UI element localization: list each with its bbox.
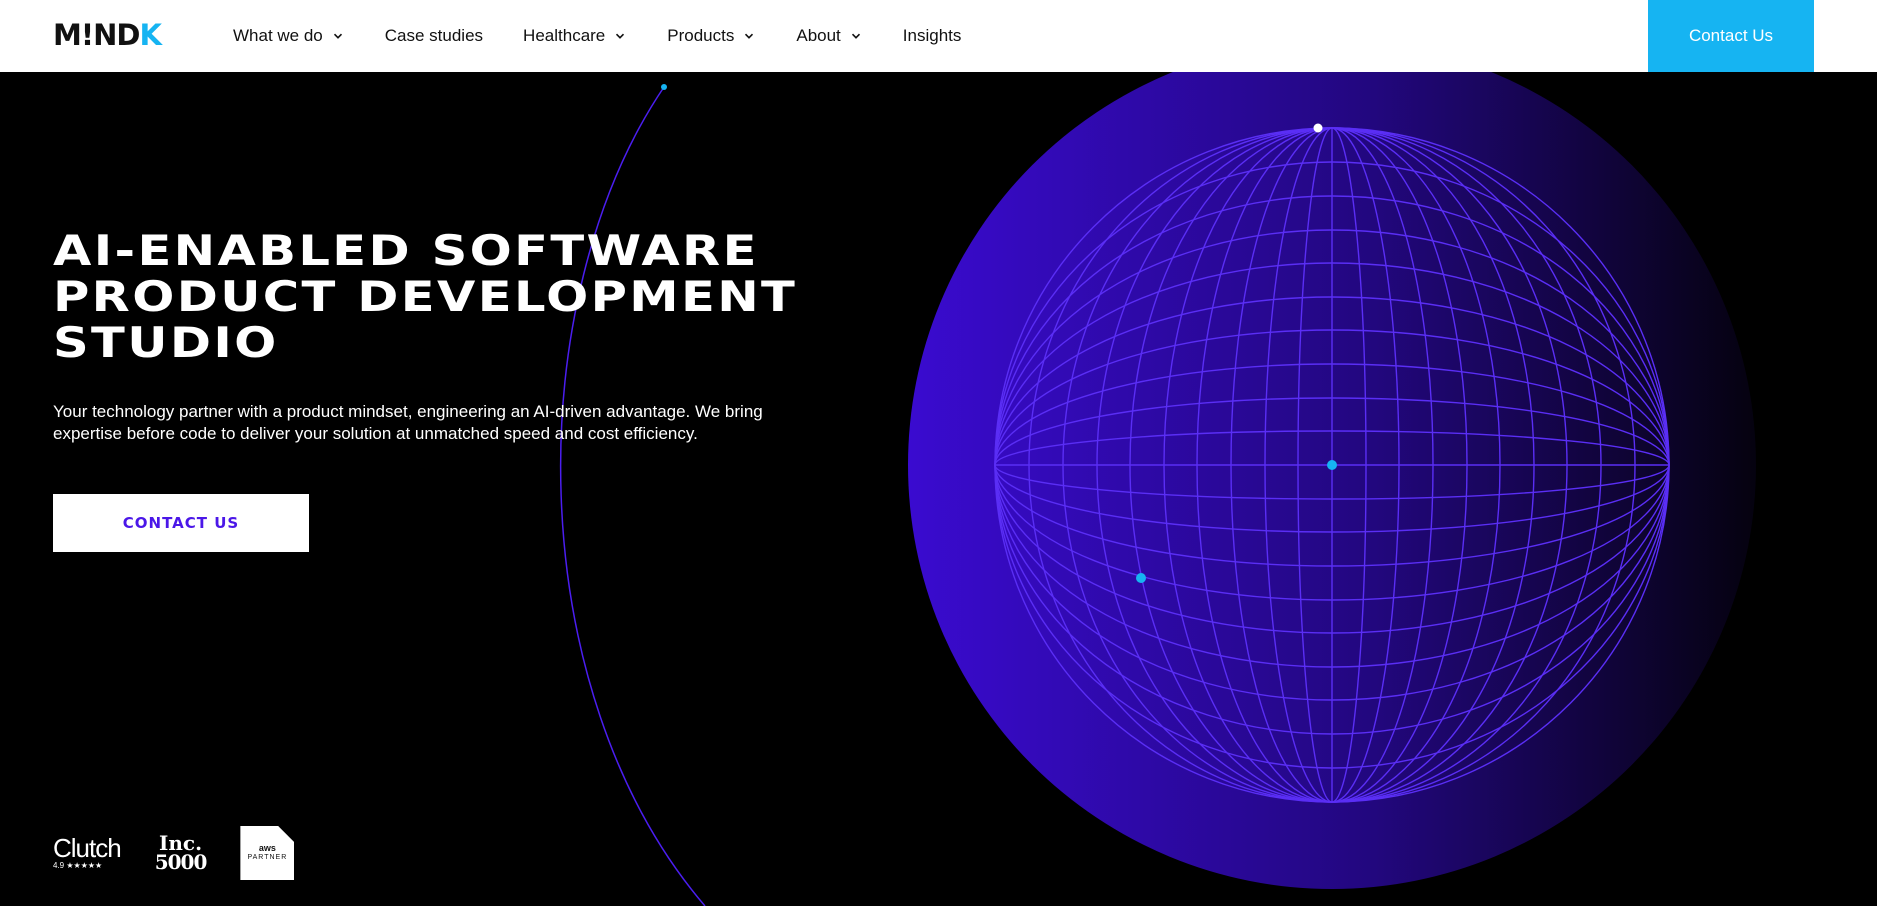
hero-title-line: AI-ENABLED SOFTWARE	[53, 226, 759, 275]
nav-item-label: Products	[667, 26, 735, 45]
orbit-dot	[661, 84, 667, 90]
nav-item-label: Case studies	[384, 26, 484, 45]
hero-cta-label: CONTACT US	[122, 514, 240, 532]
hero-title-line: PRODUCT DEVELOPMENT	[53, 272, 798, 321]
hero-contact-button[interactable]: CONTACT US	[53, 494, 309, 552]
nav-item-products[interactable]: Products	[667, 0, 754, 72]
hero-title: AI-ENABLED SOFTWARE PRODUCT DEVELOPMENT …	[53, 228, 950, 366]
nav-item-what-we-do[interactable]: What we do	[233, 0, 343, 72]
hero-title-line: STUDIO	[53, 318, 279, 367]
globe-side-dot	[1136, 573, 1146, 583]
aws-partner-badge[interactable]: aws PARTNER	[240, 826, 295, 880]
hero-subtitle: Your technology partner with a product m…	[53, 402, 763, 443]
hero-illustration	[560, 72, 1756, 906]
header-contact-button[interactable]: Contact Us	[1648, 0, 1814, 72]
chevron-down-icon	[745, 33, 754, 39]
awards-badges: Clutch 4.9 ★★★★★ Inc. 5000 aws PARTNER	[53, 826, 295, 880]
globe-top-dot	[1313, 123, 1323, 133]
mindk-logo[interactable]: M! ND K	[53, 18, 162, 52]
nav-item-label: Healthcare	[523, 26, 606, 45]
page: M! ND K What we do Case studies Healthcare…	[0, 0, 1877, 906]
inc-line2: 5000	[154, 850, 208, 874]
clutch-badge[interactable]: Clutch 4.9 ★★★★★	[53, 833, 122, 871]
main-nav: What we do Case studies Healthcare Produ…	[233, 0, 961, 72]
logo-letter-m: M	[53, 18, 82, 52]
nav-item-label: What we do	[233, 26, 323, 45]
chevron-down-icon	[616, 33, 625, 39]
nav-item-about[interactable]: About	[796, 0, 860, 72]
nav-item-label: Insights	[902, 26, 962, 45]
chevron-down-icon	[333, 33, 342, 39]
aws-wordmark: aws	[258, 843, 276, 853]
header-contact-label: Contact Us	[1688, 26, 1774, 45]
aws-partner-label: PARTNER	[247, 854, 288, 861]
nav-item-case-studies[interactable]: Case studies	[385, 0, 483, 72]
logo-bang: !	[80, 18, 94, 52]
nav-item-healthcare[interactable]: Healthcare	[523, 0, 625, 72]
site-header: M! ND K What we do Case studies Healthcare…	[0, 0, 1877, 72]
logo-letter-k: K	[139, 18, 162, 52]
nav-item-label: About	[796, 26, 841, 45]
clutch-name: Clutch	[53, 833, 122, 863]
nav-item-insights[interactable]: Insights	[903, 0, 962, 72]
logo-letters-nd: ND	[93, 18, 140, 52]
globe-center-dot	[1327, 460, 1337, 470]
orbit-arc	[560, 86, 706, 906]
chevron-down-icon	[851, 33, 860, 39]
inc5000-badge[interactable]: Inc. 5000	[154, 833, 208, 874]
